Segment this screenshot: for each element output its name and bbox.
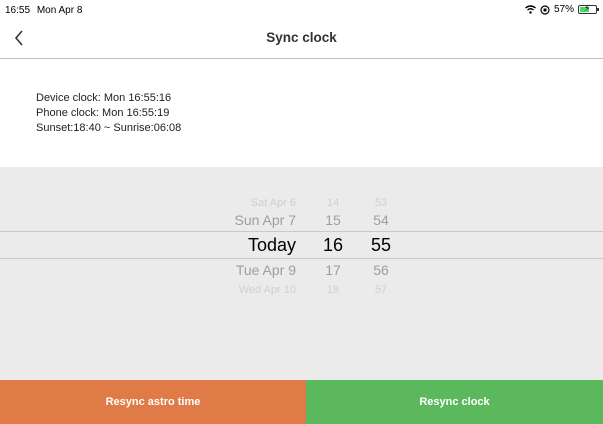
status-date: Mon Apr 8 — [36, 5, 83, 16]
phone-clock-value: Mon 16:55:19 — [102, 107, 170, 119]
device-clock-line: Device clock: Mon 16:55:16 — [36, 91, 181, 106]
nav-bar: Sync clock — [0, 20, 603, 59]
minute-option[interactable]: 56 — [366, 260, 396, 280]
sun-times: Sunset:18:40 ~ Sunrise:06:08 — [36, 122, 182, 134]
day-option[interactable]: Sun Apr 7 — [235, 210, 297, 230]
orientation-lock-icon — [540, 4, 550, 15]
selection-line-bottom — [0, 258, 603, 259]
hour-option[interactable]: 15 — [318, 210, 348, 230]
day-option-selected[interactable]: Today — [248, 235, 296, 255]
page-title: Sync clock — [266, 30, 337, 45]
device-clock-label: Device clock: — [36, 92, 101, 104]
hour-option[interactable]: 18 — [318, 280, 348, 300]
minute-option[interactable]: 54 — [366, 210, 396, 230]
wifi-icon — [525, 5, 536, 14]
status-right: 57% ⚡ — [525, 3, 599, 15]
day-option[interactable]: Tue Apr 9 — [236, 260, 296, 280]
day-option[interactable]: Wed Apr 10 — [239, 280, 296, 300]
hour-option-selected[interactable]: 16 — [318, 235, 348, 255]
status-left: 16:55 Mon Apr 8 — [5, 5, 82, 16]
date-time-picker[interactable]: Sat Apr 6 Sun Apr 7 Today Tue Apr 9 Wed … — [0, 167, 603, 380]
status-bar: 16:55 Mon Apr 8 57% ⚡ — [0, 0, 603, 20]
resync-astro-time-button[interactable]: Resync astro time — [0, 380, 306, 424]
clock-info: Device clock: Mon 16:55:16 Phone clock: … — [36, 91, 181, 136]
charging-icon: ⚡ — [584, 3, 591, 13]
resync-clock-button[interactable]: Resync clock — [306, 380, 603, 424]
hour-option[interactable]: 17 — [318, 260, 348, 280]
minute-option-selected[interactable]: 55 — [366, 235, 396, 255]
status-time: 16:55 — [5, 5, 31, 16]
battery-icon: ⚡ — [578, 3, 599, 14]
battery-percent: 57% — [553, 4, 574, 15]
minute-option[interactable]: 57 — [366, 280, 396, 300]
device-clock-value: Mon 16:55:16 — [103, 92, 172, 104]
selection-line-top — [0, 231, 603, 232]
phone-clock-line: Phone clock: Mon 16:55:19 — [36, 106, 181, 121]
phone-clock-label: Phone clock: — [36, 107, 99, 119]
